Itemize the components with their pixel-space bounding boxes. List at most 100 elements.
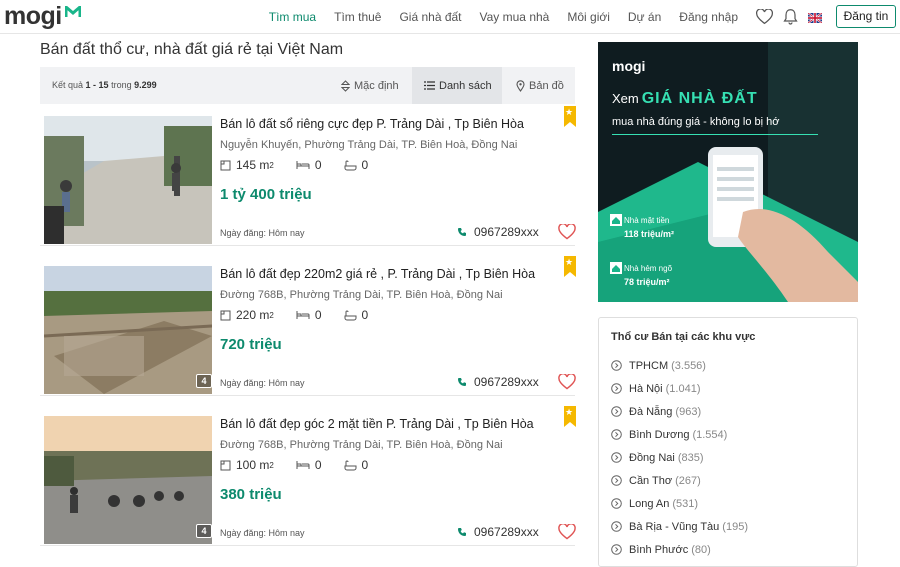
map-view-button[interactable]: Bản đồ [516, 67, 564, 104]
bath-prop: 0 [344, 308, 368, 322]
listing-title[interactable]: Bán lô đất đẹp 220m2 giá rẻ , P. Trảng D… [220, 267, 535, 281]
region-name: Bình Dương [629, 428, 690, 441]
phone-link[interactable]: 0967289xxx [457, 225, 539, 239]
region-count: (267) [675, 474, 701, 487]
region-item[interactable]: Cần Thơ (267) [611, 469, 748, 492]
listing-title[interactable]: Bán lô đất đẹp góc 2 mặt tiền P. Trảng D… [220, 417, 534, 431]
region-item[interactable]: Hà Nội (1.041) [611, 377, 748, 400]
ad-headline-prefix: Xem [612, 91, 639, 106]
vip-star-badge: ★ [564, 256, 576, 277]
region-name: Bà Rịa - Vũng Tàu [629, 520, 720, 533]
region-name: Cần Thơ [629, 474, 673, 487]
area-prop: 220 m2 [220, 308, 274, 322]
nav-vay-mua-nha[interactable]: Vay mua nhà [480, 10, 550, 24]
price-ad-banner[interactable]: mogi Xem GIÁ NHÀ ĐẤT mua nhà đúng giá - k… [598, 42, 858, 302]
region-item[interactable]: TPHCM (3.556) [611, 354, 748, 377]
listing-date: Ngày đăng: Hôm nay [220, 528, 305, 538]
vip-star-badge: ★ [564, 406, 576, 427]
area-prop: 100 m2 [220, 458, 274, 472]
region-name: Long An [629, 497, 670, 510]
ad-card2-label: Nhà hẻm ngõ [624, 264, 673, 273]
save-heart-icon[interactable] [558, 223, 576, 245]
top-header: mogi Tìm mua Tìm thuê Giá nhà đất Vay mu… [0, 0, 900, 34]
region-item[interactable]: Bình Phước (80) [611, 538, 748, 561]
phone-icon [458, 528, 466, 536]
region-name: Bình Phước [629, 543, 689, 556]
region-count: (3.556) [671, 359, 706, 372]
bath-prop: 0 [344, 458, 369, 472]
ad-divider [612, 134, 818, 135]
region-item[interactable]: Bình Dương (1.554) [611, 423, 748, 446]
ad-card1-label: Nhà mặt tiền [624, 216, 670, 225]
nav-du-an[interactable]: Dự án [628, 10, 661, 24]
listing-photo[interactable] [44, 116, 212, 244]
main-nav: Tìm mua Tìm thuê Giá nhà đất Vay mua nhà… [251, 0, 738, 34]
listing-price: 1 tỷ 400 triệu [220, 186, 312, 203]
listing-photo[interactable]: 4 [44, 416, 212, 544]
map-pin-icon [516, 79, 525, 92]
listing-card[interactable]: 4 ★ Bán lô đất đẹp góc 2 mặt tiền P. Trả… [40, 406, 576, 546]
area-value: 100 m [236, 458, 270, 472]
listing-price: 720 triệu [220, 336, 282, 353]
save-heart-icon[interactable] [558, 373, 576, 395]
listing-date: Ngày đăng: Hôm nay [220, 378, 305, 388]
bath-value: 0 [361, 458, 369, 472]
listing-card[interactable]: 4 ★ Bán lô đất đẹp 220m2 giá rẻ , P. Trả… [40, 256, 576, 396]
region-count: (195) [722, 520, 748, 533]
favorites-heart-icon[interactable] [756, 7, 773, 30]
notification-bell-icon[interactable] [783, 8, 798, 30]
ad-logo: mogi [612, 58, 646, 74]
post-listing-button[interactable]: Đăng tin [836, 5, 896, 28]
region-item[interactable]: Đồng Nai (835) [611, 446, 748, 469]
sort-default-button[interactable]: Mặc định [341, 67, 399, 104]
result-total: 9.299 [134, 80, 157, 90]
listing-properties: 100 m2 0 0 [220, 458, 390, 472]
bed-value: 0 [314, 458, 322, 472]
chevron-right-circle-icon [611, 475, 622, 486]
list-view-button[interactable]: Danh sách [412, 67, 502, 104]
image-count-badge: 4 [196, 524, 212, 538]
nav-tim-mua[interactable]: Tìm mua [269, 10, 316, 24]
area-value: 145 m [236, 158, 270, 172]
ad-card-hem-ngo: Nhà hẻm ngõ 78 triệu/m² [610, 262, 673, 287]
listing-photo[interactable]: 4 [44, 266, 212, 394]
page-title: Bán đất thổ cư, nhà đất giá rẻ tại Việt … [40, 41, 344, 58]
phone-icon [458, 228, 466, 236]
region-count: (835) [677, 451, 704, 464]
save-heart-icon[interactable] [558, 523, 576, 545]
house-icon [610, 214, 622, 226]
region-item[interactable]: Bà Rịa - Vũng Tàu (195) [611, 515, 748, 538]
nav-moi-gioi[interactable]: Môi giới [567, 10, 610, 24]
region-item[interactable]: Đà Nẵng (963) [611, 400, 748, 423]
bath-icon [344, 310, 356, 320]
region-item[interactable]: Long An (531) [611, 492, 748, 515]
region-count: (1.041) [665, 382, 701, 395]
results-toolbar: Kết quả 1 - 15 trong 9.299 Mặc định Danh… [40, 67, 575, 104]
area-icon [220, 460, 231, 470]
ad-card2-price: 78 triệu/m² [624, 277, 670, 287]
uk-flag-icon[interactable] [807, 10, 823, 28]
nav-tim-thue[interactable]: Tìm thuê [334, 10, 381, 24]
house-icon [610, 262, 622, 274]
chevron-right-circle-icon [611, 406, 622, 417]
nav-gia-nha-dat[interactable]: Giá nhà đất [399, 10, 461, 24]
region-name: Đồng Nai [629, 451, 675, 464]
sort-arrows-icon [341, 79, 350, 92]
region-count: (531) [672, 497, 699, 510]
listing-address: Đường 768B, Phường Trảng Dài, TP. Biên H… [220, 439, 503, 451]
listing-address: Nguyễn Khuyến, Phường Trảng Dài, TP. Biê… [220, 139, 518, 151]
region-count: (80) [691, 543, 711, 556]
region-title: Thổ cư Bán tại các khu vực [611, 331, 756, 343]
listing-card[interactable]: ★ Bán lô đất sổ riêng cực đẹp P. Trảng D… [40, 106, 576, 246]
chevron-right-circle-icon [611, 429, 622, 440]
bed-icon [296, 311, 310, 319]
nav-dang-nhap[interactable]: Đăng nhập [679, 10, 738, 24]
mogi-logo[interactable]: mogi [4, 2, 81, 30]
phone-number: 0967289xxx [474, 375, 539, 389]
phone-link[interactable]: 0967289xxx [457, 375, 539, 389]
result-prefix: Kết quả [52, 80, 84, 90]
phone-link[interactable]: 0967289xxx [457, 525, 539, 539]
listing-title[interactable]: Bán lô đất sổ riêng cực đẹp P. Trảng Dài… [220, 117, 524, 131]
phone-icon [458, 378, 466, 386]
region-count: (963) [675, 405, 702, 418]
